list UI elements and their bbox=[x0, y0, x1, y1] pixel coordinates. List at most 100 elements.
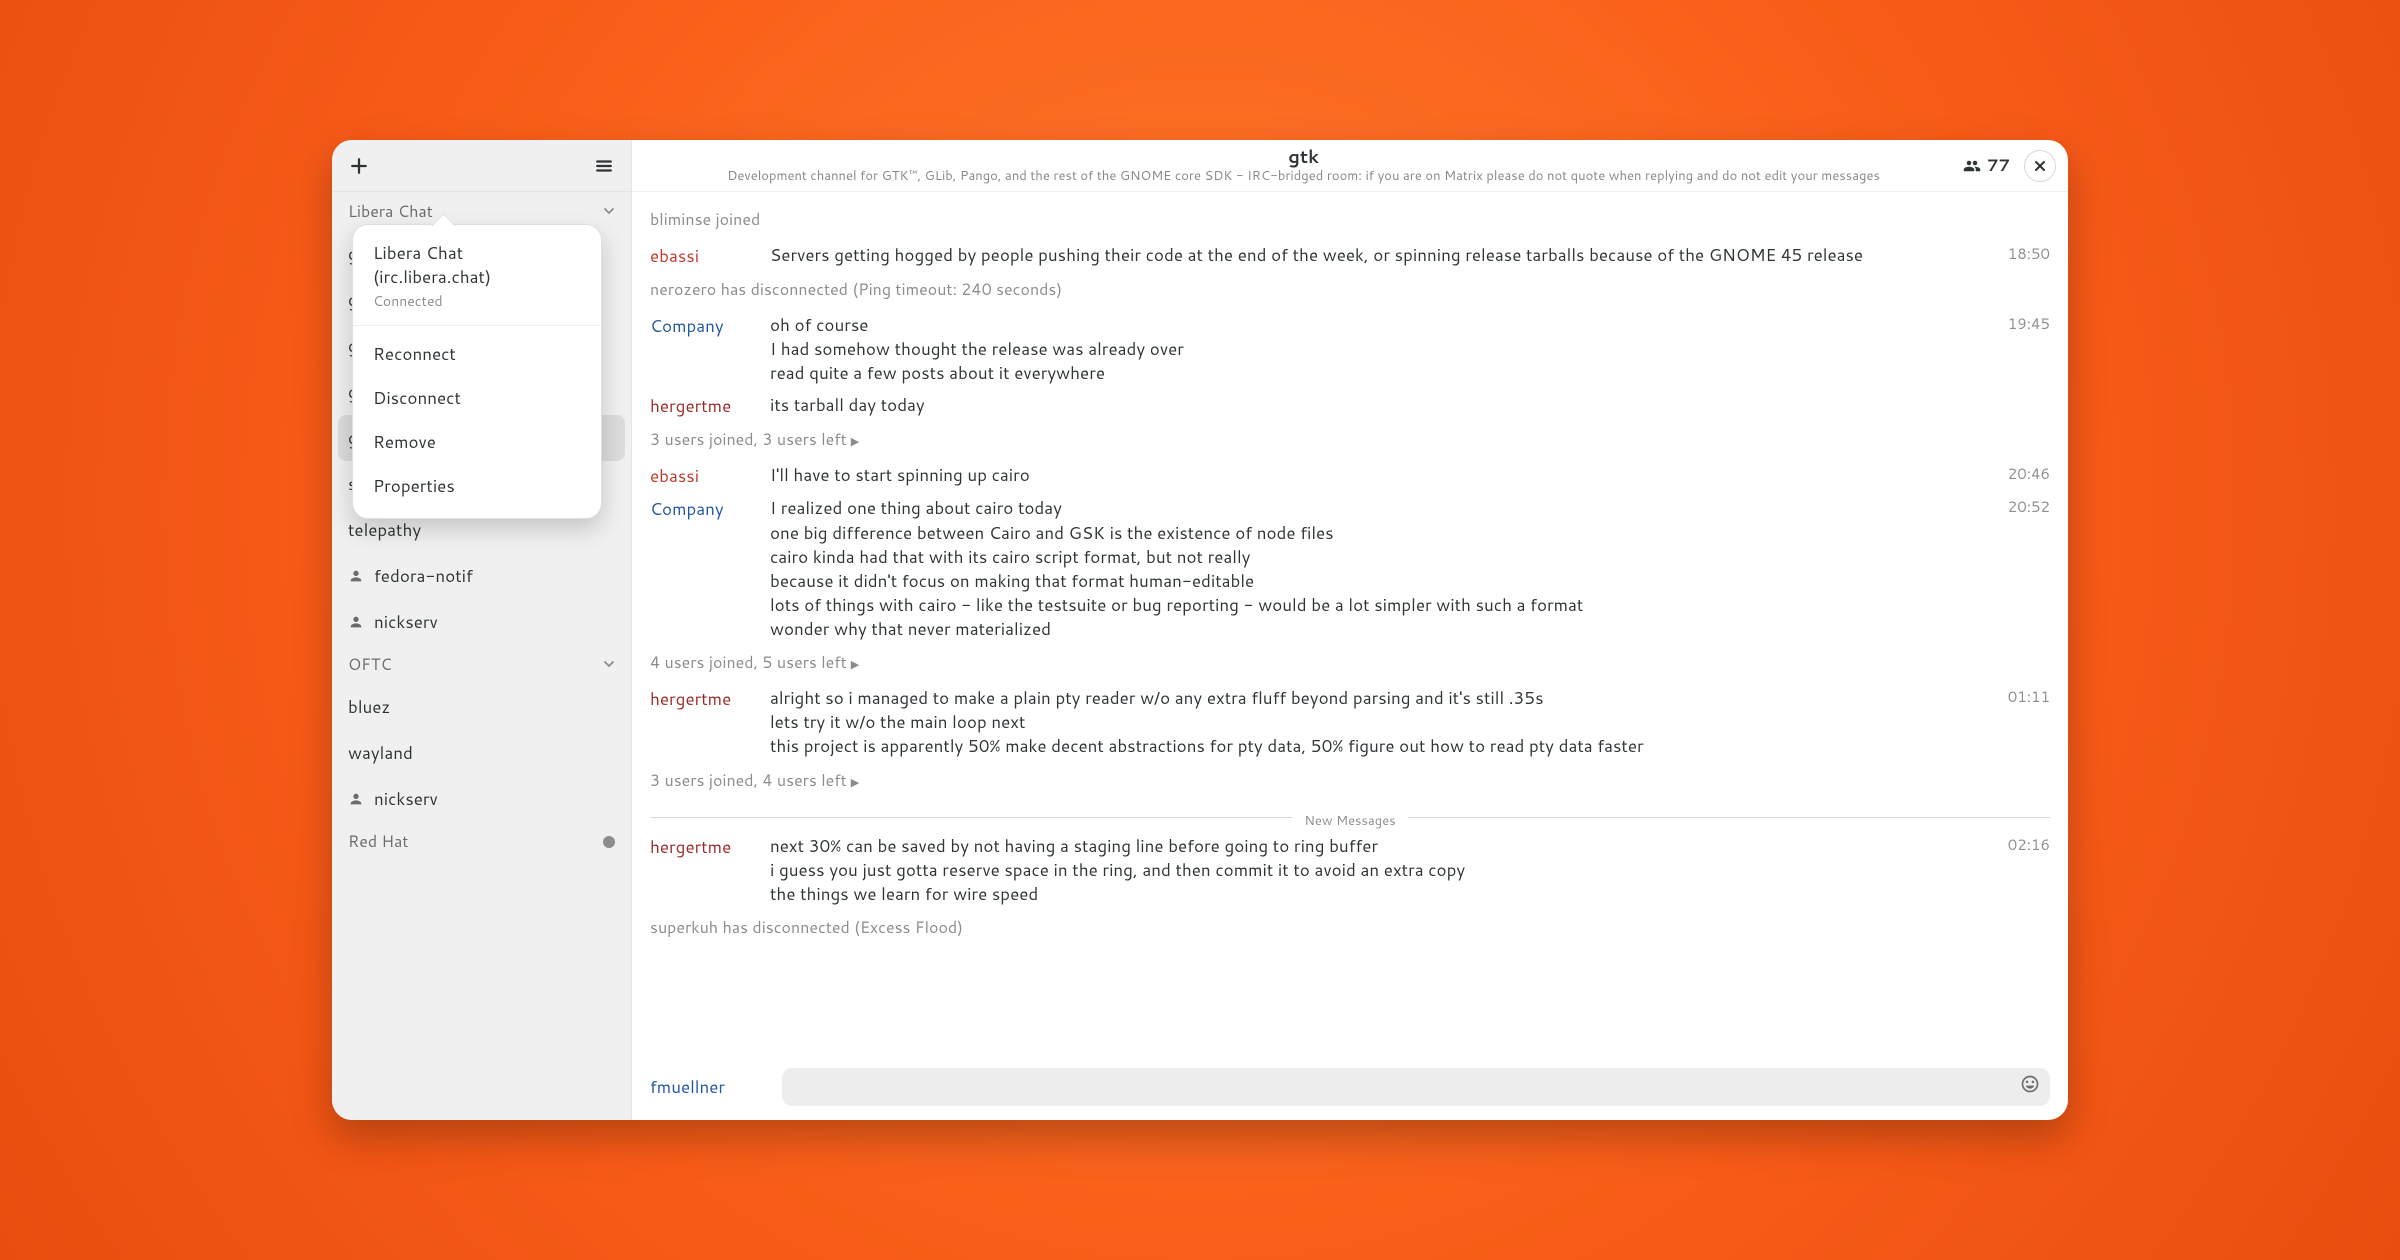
message-line: because it didn't focus on making that f… bbox=[770, 569, 2050, 593]
chevron-down-icon bbox=[603, 200, 615, 223]
message-row: 02:16 hergertmenext 30% can be saved by n… bbox=[632, 830, 2068, 908]
system-event-text: 3 users joined, 4 users left bbox=[650, 769, 847, 792]
channel-label: telepathy bbox=[348, 518, 421, 542]
context-menu-separator bbox=[353, 325, 601, 326]
message-row: 20:52 CompanyI realized one thing about c… bbox=[632, 492, 2068, 643]
room-title: gtk bbox=[644, 147, 1963, 165]
message-body: alright so i managed to make a plain pty… bbox=[770, 686, 2050, 758]
emoji-button[interactable] bbox=[2020, 1074, 2040, 1100]
header-title-box: gtk Development channel for GTK™, GLib, … bbox=[644, 147, 1963, 185]
message-row: hergertmeits tarball day today bbox=[632, 389, 2068, 420]
message-nick[interactable]: ebassi bbox=[650, 243, 770, 268]
message-row: 18:50 ebassiServers getting hogged by peo… bbox=[632, 239, 2068, 270]
context-menu-properties[interactable]: Properties bbox=[353, 464, 601, 508]
system-event[interactable]: 3 users joined, 4 users left▶ bbox=[632, 761, 2068, 800]
message-body: I'll have to start spinning up cairo bbox=[770, 463, 2050, 487]
message-line: read quite a few posts about it everywhe… bbox=[770, 361, 2050, 385]
main-header: gtk Development channel for GTK™, GLib, … bbox=[632, 140, 2068, 192]
system-event-text: 4 users joined, 5 users left bbox=[650, 651, 847, 674]
system-event-text: bliminse joined bbox=[650, 208, 760, 231]
sidebar-channel[interactable]: wayland bbox=[332, 730, 631, 776]
network-name: Red Hat bbox=[348, 830, 408, 853]
message-line: Servers getting hogged by people pushing… bbox=[770, 243, 2050, 267]
system-event: nerozero has disconnected (Ping timeout:… bbox=[632, 270, 2068, 309]
message-nick[interactable]: ebassi bbox=[650, 463, 770, 488]
system-event: superkuh has disconnected (Excess Flood) bbox=[632, 908, 2068, 947]
user-count-label: 77 bbox=[1987, 154, 2010, 177]
message-row: 19:45Companyoh of courseI had somehow th… bbox=[632, 309, 2068, 387]
person-icon bbox=[348, 791, 364, 807]
message-line: one big difference between Cairo and GSK… bbox=[770, 521, 2050, 545]
smiley-icon bbox=[2020, 1074, 2040, 1094]
person-icon bbox=[348, 614, 364, 630]
sidebar-pm[interactable]: nickserv bbox=[332, 776, 631, 822]
message-input[interactable] bbox=[782, 1068, 2050, 1106]
user-count-button[interactable]: 77 bbox=[1963, 154, 2010, 177]
message-nick[interactable]: Company bbox=[650, 496, 770, 521]
timestamp: 20:46 bbox=[2008, 463, 2050, 484]
channel-label: wayland bbox=[348, 741, 413, 765]
context-menu-subtitle: Connected bbox=[353, 291, 601, 319]
message-body: I realized one thing about cairo todayon… bbox=[770, 496, 2050, 641]
system-event[interactable]: 4 users joined, 5 users left▶ bbox=[632, 643, 2068, 682]
message-line: I realized one thing about cairo today bbox=[770, 496, 2050, 520]
system-event-text: nerozero has disconnected (Ping timeout:… bbox=[650, 278, 1062, 301]
expand-icon: ▶ bbox=[851, 774, 859, 790]
add-button[interactable] bbox=[344, 151, 374, 181]
message-body: oh of courseI had somehow thought the re… bbox=[770, 313, 2050, 385]
sidebar-header bbox=[332, 140, 631, 192]
message-line: its tarball day today bbox=[770, 393, 2050, 417]
message-line: this project is apparently 50% make dece… bbox=[770, 734, 2050, 758]
network-header-oftc[interactable]: OFTC bbox=[332, 645, 631, 684]
plus-icon bbox=[350, 157, 368, 175]
new-messages-label: New Messages bbox=[1292, 812, 1407, 830]
hamburger-menu-button[interactable] bbox=[589, 151, 619, 181]
hamburger-icon bbox=[595, 157, 613, 175]
expand-icon: ▶ bbox=[851, 656, 859, 672]
message-list[interactable]: bliminse joined18:50ebassiServers gettin… bbox=[632, 192, 2068, 1066]
sidebar-channel[interactable]: bluez bbox=[332, 684, 631, 730]
context-menu-reconnect[interactable]: Reconnect bbox=[353, 332, 601, 376]
message-line: I'll have to start spinning up cairo bbox=[770, 463, 2050, 487]
close-icon bbox=[2033, 159, 2047, 173]
message-row: 01:11 hergertmealright so i managed to ma… bbox=[632, 682, 2068, 760]
context-menu-title: Libera Chat (irc.libera.chat) bbox=[353, 235, 601, 291]
room-subtitle: Development channel for GTK™, GLib, Pang… bbox=[644, 167, 1963, 185]
users-icon bbox=[1963, 157, 1981, 175]
context-menu-remove[interactable]: Remove bbox=[353, 420, 601, 464]
message-nick[interactable]: hergertme bbox=[650, 686, 770, 711]
app-window: Libera Chat gnome-i18ngnome-infrastructu… bbox=[332, 140, 2068, 1120]
timestamp: 02:16 bbox=[2008, 834, 2050, 855]
channel-label: bluez bbox=[348, 695, 390, 719]
composer: fmuellner bbox=[632, 1066, 2068, 1120]
message-line: cairo kinda had that with its cairo scri… bbox=[770, 545, 2050, 569]
network-name: Libera Chat bbox=[348, 200, 433, 223]
message-line: next 30% can be saved by not having a st… bbox=[770, 834, 2050, 858]
message-line: lots of things with cairo - like the tes… bbox=[770, 593, 2050, 617]
timestamp: 01:11 bbox=[2008, 686, 2050, 707]
timestamp: 18:50 bbox=[2008, 243, 2050, 264]
self-nick[interactable]: fmuellner bbox=[650, 1075, 770, 1099]
new-messages-divider: New Messages bbox=[650, 808, 2050, 826]
message-nick[interactable]: hergertme bbox=[650, 393, 770, 418]
system-event[interactable]: 3 users joined, 3 users left▶ bbox=[632, 420, 2068, 459]
network-header-redhat[interactable]: Red Hat bbox=[332, 822, 631, 861]
chevron-down-icon bbox=[603, 653, 615, 676]
message-nick[interactable]: Company bbox=[650, 313, 770, 338]
pm-label: nickserv bbox=[374, 610, 438, 634]
system-event-text: superkuh has disconnected (Excess Flood) bbox=[650, 916, 963, 939]
context-menu-disconnect[interactable]: Disconnect bbox=[353, 376, 601, 420]
close-button[interactable] bbox=[2024, 150, 2056, 182]
message-line: i guess you just gotta reserve space in … bbox=[770, 858, 2050, 882]
message-body: next 30% can be saved by not having a st… bbox=[770, 834, 2050, 906]
sidebar-pm[interactable]: nickserv bbox=[332, 599, 631, 645]
message-row: 20:46 ebassiI'll have to start spinning u… bbox=[632, 459, 2068, 490]
message-line: lets try it w/o the main loop next bbox=[770, 710, 2050, 734]
timestamp: 20:52 bbox=[2008, 496, 2050, 517]
message-line: oh of course bbox=[770, 313, 2050, 337]
network-status-icon bbox=[603, 836, 615, 848]
main-area: gtk Development channel for GTK™, GLib, … bbox=[632, 140, 2068, 1120]
message-nick[interactable]: hergertme bbox=[650, 834, 770, 859]
message-line: alright so i managed to make a plain pty… bbox=[770, 686, 2050, 710]
sidebar-pm[interactable]: fedora-notif bbox=[332, 553, 631, 599]
